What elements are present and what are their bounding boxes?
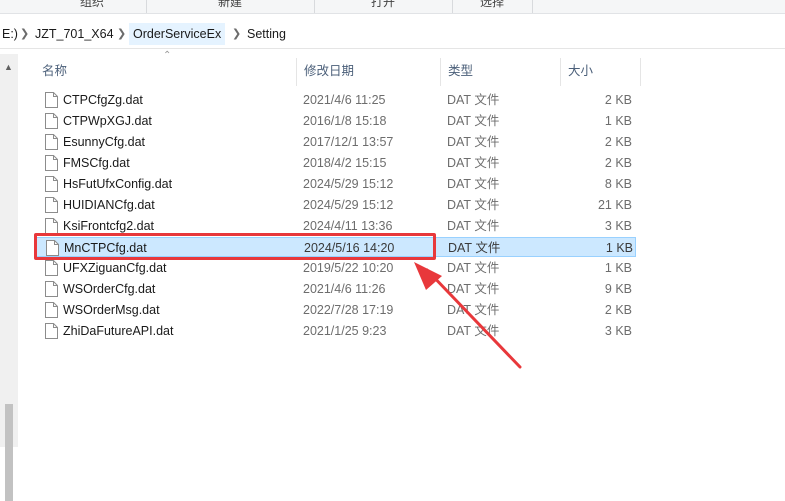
file-name: EsunnyCfg.dat bbox=[63, 135, 145, 149]
file-name: WSOrderCfg.dat bbox=[63, 282, 156, 296]
file-type: DAT 文件 bbox=[447, 282, 500, 296]
address-bar[interactable]: E:) ❯ JZT_701_X64 ❯ OrderServiceEx ❯ Set… bbox=[0, 19, 785, 49]
file-row[interactable]: HsFutUfxConfig.dat 2024/5/29 15:12 DAT 文件 8… bbox=[34, 174, 636, 194]
file-name: CTPCfgZg.dat bbox=[63, 93, 143, 107]
file-name: WSOrderMsg.dat bbox=[63, 303, 160, 317]
file-modified-date: 2021/4/6 11:26 bbox=[303, 282, 386, 296]
file-name: MnCTPCfg.dat bbox=[64, 241, 147, 255]
file-name: CTPWpXGJ.dat bbox=[63, 114, 152, 128]
file-row-selected[interactable]: MnCTPCfg.dat 2024/5/16 14:20 DAT 文件 1 KB bbox=[34, 237, 636, 257]
file-size: 1 KB bbox=[604, 261, 632, 275]
file-type: DAT 文件 bbox=[448, 241, 501, 255]
column-header-type[interactable]: 类型 bbox=[440, 54, 560, 87]
file-size: 2 KB bbox=[604, 303, 632, 317]
blank-file-icon bbox=[45, 92, 58, 108]
breadcrumb-setting[interactable]: Setting bbox=[243, 23, 290, 45]
breadcrumb-drive[interactable]: E:) bbox=[0, 23, 22, 45]
ribbon-group-organize: 组织 bbox=[79, 0, 104, 9]
file-modified-date: 2021/1/25 9:23 bbox=[303, 324, 387, 338]
vertical-scrollbar[interactable]: ▲ bbox=[0, 54, 18, 501]
file-type: DAT 文件 bbox=[447, 135, 500, 149]
file-size: 1 KB bbox=[605, 241, 633, 255]
file-row[interactable]: KsiFrontcfg2.dat 2024/4/11 13:36 DAT 文件 3 K… bbox=[34, 216, 636, 236]
file-type: DAT 文件 bbox=[447, 324, 500, 338]
chevron-right-icon[interactable]: ❯ bbox=[232, 23, 241, 45]
file-size: 21 KB bbox=[597, 198, 632, 212]
file-modified-date: 2022/7/28 17:19 bbox=[303, 303, 394, 317]
ribbon-divider bbox=[146, 0, 147, 13]
file-row[interactable]: HUIDIANCfg.dat 2024/5/29 15:12 DAT 文件 21 KB bbox=[34, 195, 636, 215]
file-row[interactable]: ZhiDaFutureAPI.dat 2021/1/25 9:23 DAT 文件 3 … bbox=[34, 321, 636, 341]
file-type: DAT 文件 bbox=[447, 303, 500, 317]
file-size: 2 KB bbox=[604, 93, 632, 107]
blank-file-icon bbox=[45, 302, 58, 318]
file-modified-date: 2016/1/8 15:18 bbox=[303, 114, 387, 128]
file-name: HUIDIANCfg.dat bbox=[63, 198, 155, 212]
chevron-right-icon[interactable]: ❯ bbox=[20, 23, 29, 45]
blank-file-icon bbox=[45, 176, 58, 192]
file-name: ZhiDaFutureAPI.dat bbox=[63, 324, 174, 338]
chevron-right-icon[interactable]: ❯ bbox=[117, 23, 126, 45]
file-size: 8 KB bbox=[604, 177, 632, 191]
file-modified-date: 2018/4/2 15:15 bbox=[303, 156, 387, 170]
file-row[interactable]: WSOrderMsg.dat 2022/7/28 17:19 DAT 文件 2 KB bbox=[34, 300, 636, 320]
file-name: HsFutUfxConfig.dat bbox=[63, 177, 173, 191]
blank-file-icon bbox=[45, 323, 58, 339]
file-row[interactable]: FMSCfg.dat 2018/4/2 15:15 DAT 文件 2 KB bbox=[34, 153, 636, 173]
scroll-up-arrow-icon[interactable]: ▲ bbox=[4, 62, 13, 72]
blank-file-icon bbox=[45, 113, 58, 129]
file-name: UFXZiguanCfg.dat bbox=[63, 261, 167, 275]
blank-file-icon bbox=[45, 218, 58, 234]
blank-file-icon bbox=[45, 197, 58, 213]
ribbon-group-open: 打开 bbox=[370, 0, 395, 9]
file-row[interactable]: WSOrderCfg.dat 2021/4/6 11:26 DAT 文件 9 KB bbox=[34, 279, 636, 299]
breadcrumb-orderserviceex[interactable]: OrderServiceEx bbox=[129, 23, 226, 45]
file-modified-date: 2024/5/29 15:12 bbox=[303, 177, 394, 191]
file-row[interactable]: UFXZiguanCfg.dat 2019/5/22 10:20 DAT 文件 1 K… bbox=[34, 258, 636, 278]
blank-file-icon bbox=[46, 240, 59, 256]
file-modified-date: 2021/4/6 11:25 bbox=[303, 93, 386, 107]
blank-file-icon bbox=[45, 260, 58, 276]
file-size: 9 KB bbox=[604, 282, 632, 296]
scrollbar-thumb[interactable] bbox=[5, 404, 13, 501]
blank-file-icon bbox=[45, 134, 58, 150]
file-row[interactable]: EsunnyCfg.dat 2017/12/1 13:57 DAT 文件 2 KB bbox=[34, 132, 636, 152]
file-type: DAT 文件 bbox=[447, 93, 500, 107]
column-header-row: ⌃ 名称 修改日期 类型 大小 bbox=[34, 50, 641, 87]
file-size: 3 KB bbox=[604, 324, 632, 338]
file-name: FMSCfg.dat bbox=[63, 156, 130, 170]
file-type: DAT 文件 bbox=[447, 177, 500, 191]
ribbon-divider bbox=[452, 0, 453, 13]
file-type: DAT 文件 bbox=[447, 156, 500, 170]
column-header-name[interactable]: 名称 bbox=[34, 54, 296, 87]
file-type: DAT 文件 bbox=[447, 219, 500, 233]
file-row[interactable]: CTPWpXGJ.dat 2016/1/8 15:18 DAT 文件 1 KB bbox=[34, 111, 636, 131]
file-size: 2 KB bbox=[604, 156, 632, 170]
file-size: 2 KB bbox=[604, 135, 632, 149]
file-type: DAT 文件 bbox=[447, 261, 500, 275]
file-name: KsiFrontcfg2.dat bbox=[63, 219, 155, 233]
column-divider[interactable] bbox=[640, 58, 641, 86]
file-modified-date: 2024/5/29 15:12 bbox=[303, 198, 394, 212]
ribbon-group-new: 新建 bbox=[217, 0, 242, 9]
file-type: DAT 文件 bbox=[447, 198, 500, 212]
breadcrumb-jzt[interactable]: JZT_701_X64 bbox=[31, 23, 118, 45]
ribbon-group-bar: 组织 新建 打开 选择 bbox=[0, 0, 785, 14]
file-modified-date: 2017/12/1 13:57 bbox=[303, 135, 394, 149]
column-header-size[interactable]: 大小 bbox=[560, 54, 640, 87]
blank-file-icon bbox=[45, 281, 58, 297]
column-header-date[interactable]: 修改日期 bbox=[296, 54, 440, 87]
file-size: 3 KB bbox=[604, 219, 632, 233]
file-size: 1 KB bbox=[604, 114, 632, 128]
ribbon-divider bbox=[314, 0, 315, 13]
file-modified-date: 2024/4/11 13:36 bbox=[303, 219, 393, 233]
ribbon-divider bbox=[532, 0, 533, 13]
file-row[interactable]: CTPCfgZg.dat 2021/4/6 11:25 DAT 文件 2 KB bbox=[34, 90, 636, 110]
file-type: DAT 文件 bbox=[447, 114, 500, 128]
blank-file-icon bbox=[45, 155, 58, 171]
ribbon-group-select: 选择 bbox=[479, 0, 504, 9]
file-modified-date: 2024/5/16 14:20 bbox=[304, 241, 395, 255]
file-modified-date: 2019/5/22 10:20 bbox=[303, 261, 394, 275]
